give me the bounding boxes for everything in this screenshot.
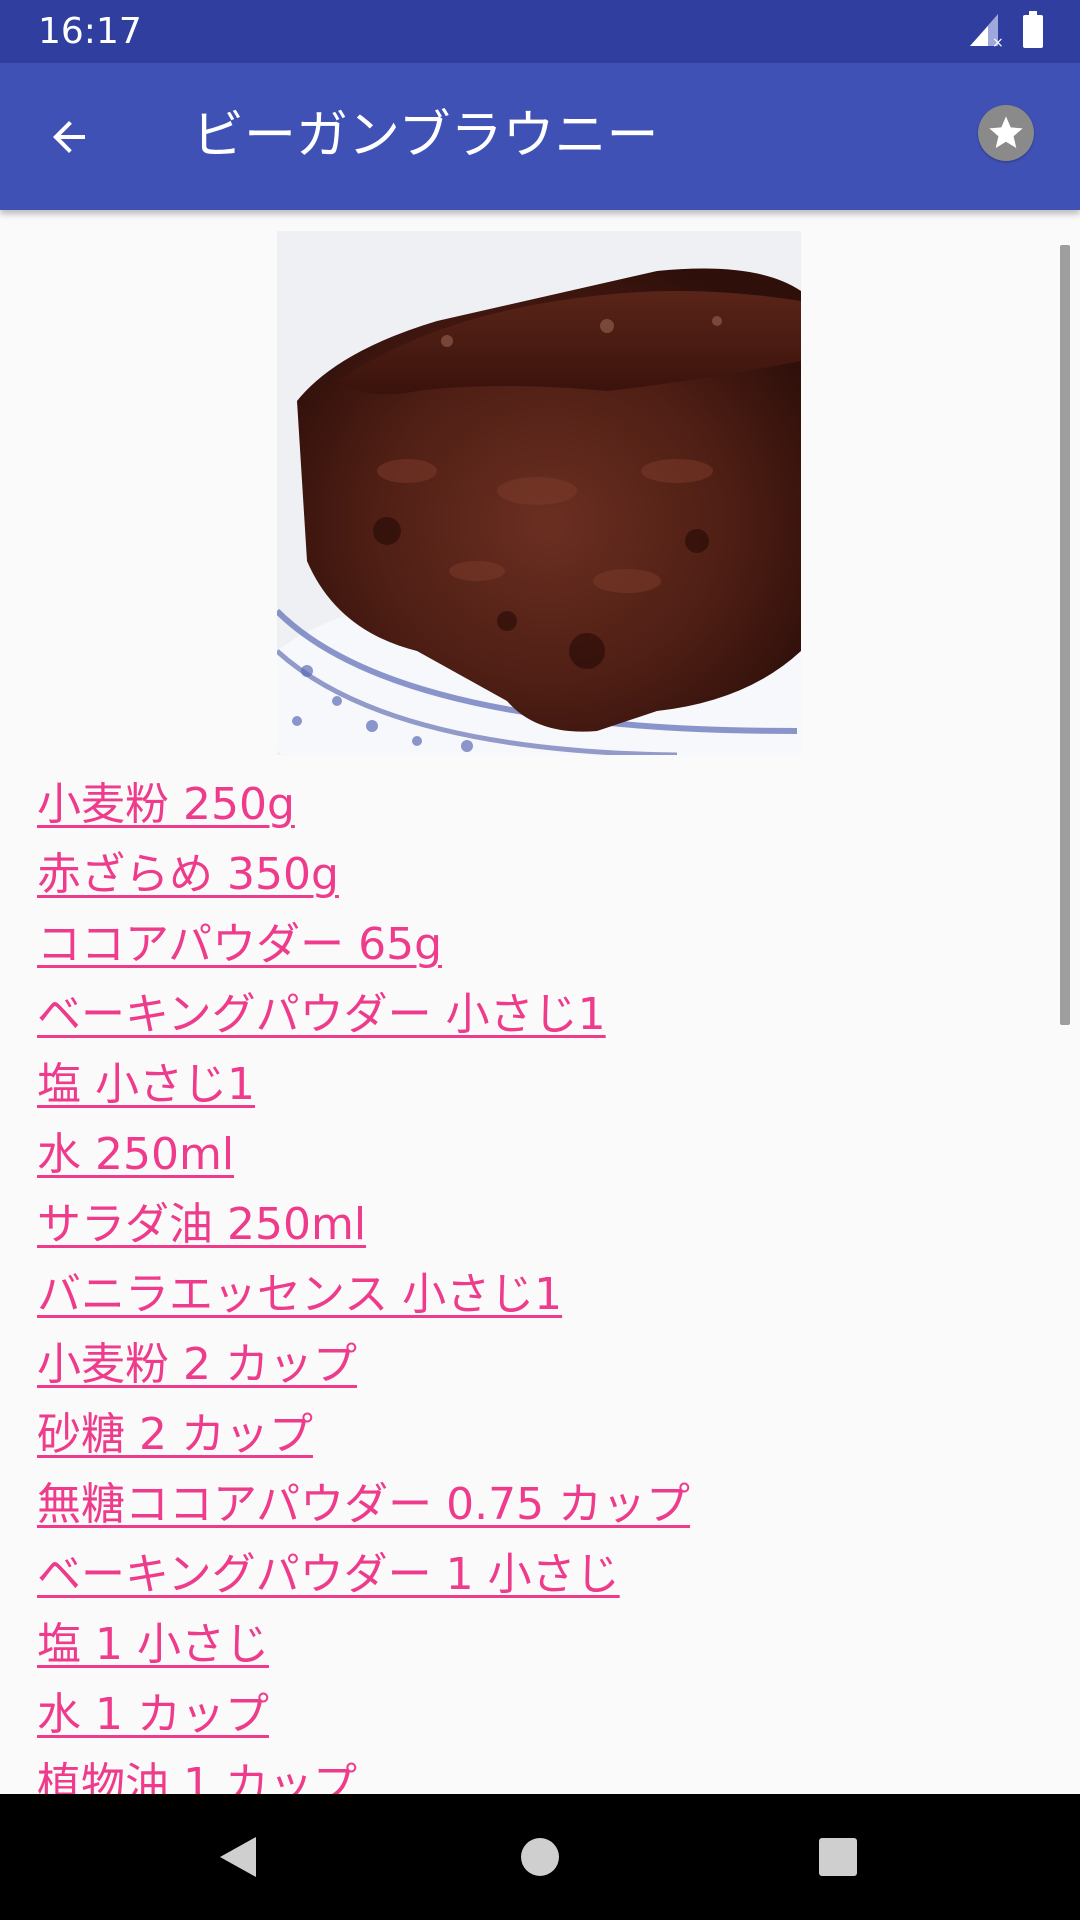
ingredient-link[interactable]: 小麦粉 2 カップ	[37, 1330, 690, 1400]
ingredient-link[interactable]: 赤ざらめ 350g	[37, 840, 690, 910]
nav-home-button[interactable]	[507, 1824, 573, 1890]
arrow-back-icon	[53, 121, 85, 153]
nav-back-button[interactable]	[205, 1824, 271, 1890]
back-button[interactable]	[36, 104, 102, 170]
nav-recents-button[interactable]	[805, 1824, 871, 1890]
signal-icon: ×	[968, 12, 1006, 52]
svg-text:×: ×	[992, 35, 1004, 48]
home-circle-icon	[521, 1838, 559, 1876]
star-icon	[989, 116, 1023, 148]
ingredient-link[interactable]: ココアパウダー 65g	[37, 910, 690, 980]
ingredient-link[interactable]: 水 1 カップ	[37, 1680, 690, 1750]
ingredient-link[interactable]: 植物油 1 カップ	[37, 1750, 690, 1794]
brownie-photo	[277, 231, 801, 755]
status-bar: 16:17 ×	[0, 0, 1080, 63]
ingredient-link[interactable]: 無糖ココアパウダー 0.75 カップ	[37, 1470, 690, 1540]
ingredient-link[interactable]: 砂糖 2 カップ	[37, 1400, 690, 1470]
ingredient-link[interactable]: 小麦粉 250g	[37, 770, 690, 840]
app-bar: ビーガンブラウニー	[0, 63, 1080, 210]
ingredient-link[interactable]: サラダ油 250ml	[37, 1190, 690, 1260]
ingredient-link[interactable]: ベーキングパウダー 1 小さじ	[37, 1540, 690, 1610]
ingredient-link[interactable]: 塩 小さじ1	[37, 1050, 690, 1120]
scrollbar[interactable]	[1060, 245, 1070, 1025]
page-title: ビーガンブラウニー	[192, 106, 659, 166]
ingredient-link[interactable]: バニラエッセンス 小さじ1	[37, 1260, 690, 1330]
recents-square-icon	[819, 1838, 857, 1876]
back-triangle-icon	[220, 1837, 256, 1877]
ingredient-link[interactable]: ベーキングパウダー 小さじ1	[37, 980, 690, 1050]
system-nav-bar	[0, 1794, 1080, 1920]
ingredient-link[interactable]: 水 250ml	[37, 1120, 690, 1190]
favorite-button[interactable]	[978, 105, 1034, 161]
status-time: 16:17	[38, 11, 142, 52]
battery-icon	[1022, 11, 1044, 53]
status-icons: ×	[968, 11, 1044, 53]
ingredient-list: 小麦粉 250g 赤ざらめ 350g ココアパウダー 65g ベーキングパウダー…	[37, 770, 690, 1794]
ingredient-link[interactable]: 塩 1 小さじ	[37, 1610, 690, 1680]
recipe-content[interactable]: 小麦粉 250g 赤ざらめ 350g ココアパウダー 65g ベーキングパウダー…	[0, 210, 1080, 1794]
